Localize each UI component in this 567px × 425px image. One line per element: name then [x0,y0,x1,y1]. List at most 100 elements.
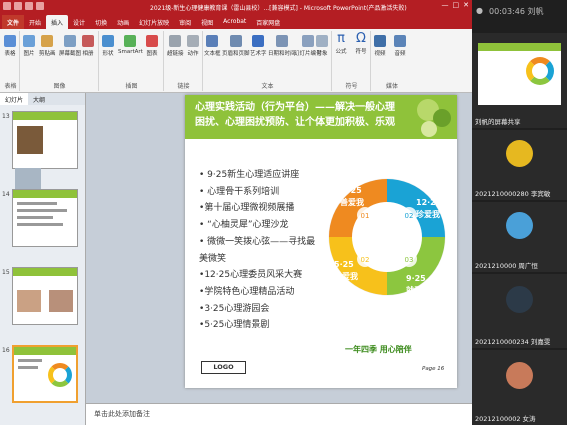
tab-slides[interactable]: 幻灯片 [0,93,29,105]
participant-tile[interactable]: 2021210000 周广恒 [472,202,567,272]
bullet-item: •5·25心理情景剧 [199,320,270,331]
slide-slogan: 一年四季 用心陪伴 [345,345,412,354]
cycle-date: 9·25 [406,274,426,283]
ribbon: 表格 表格 图片 剪贴画 屏幕截图 相册 图像 形状 SmartArt 图表 插… [0,29,472,93]
screen-share-preview [478,43,561,105]
screenshot-button[interactable]: 屏幕截图 [59,35,81,57]
video-button[interactable]: 视频 [374,35,386,57]
participant-tile[interactable]: 20212100002 女涛 [472,350,567,425]
redo-icon[interactable] [36,2,44,10]
pi-icon: π [337,31,345,46]
tab-review[interactable]: 审阅 [174,15,196,29]
cycle-number: 03 [405,256,414,264]
speaker-icon [394,35,406,47]
slide-thumbnail-14[interactable] [12,189,78,247]
cycle-date: 3·25 [342,186,362,195]
table-button[interactable]: 表格 [4,35,16,57]
participant-name: 2021210000 周广恒 [475,262,538,270]
tab-transitions[interactable]: 切换 [90,15,112,29]
bullet-list: • 9·25新生心理适应讲座 • 心理骨干系列培训 •第十届心理微视频展播 • … [199,167,317,334]
group-tables: 表格 表格 [2,31,20,91]
textbox-icon [206,35,219,47]
wordart-icon [252,35,265,47]
header-footer-button[interactable]: 页眉和页脚 [222,35,250,57]
undo-icon[interactable] [25,2,33,10]
group-text: 文本框 页眉和页脚 艺术字 日期和时间 幻灯片编号 对象 文本 [204,31,332,91]
participant-tile[interactable]: 2021210000280 李宾敏 [472,130,567,200]
logo-placeholder: LOGO [201,361,246,374]
minimize-button[interactable]: — [442,1,449,9]
save-icon[interactable] [14,2,22,10]
slide-panel: 幻灯片 大纲 13 14 15 16 [0,93,86,425]
slide-number: 16 [2,347,10,354]
group-links: 超链接 动作 链接 [165,31,203,91]
slide-number: 13 [2,113,10,120]
cycle-date: 5·25 [334,260,354,269]
wordart-button[interactable]: 艺术字 [250,35,267,57]
cycle-label: 我爱我 [334,271,358,281]
notes-pane[interactable]: 单击此处添加备注 [86,403,472,425]
cycle-date: 12·25 [416,198,442,207]
slide-number: 15 [2,269,10,276]
tab-view[interactable]: 视图 [196,15,218,29]
action-button[interactable]: 动作 [187,35,199,57]
clipart-button[interactable]: 剪贴画 [39,35,56,57]
tab-outline[interactable]: 大纲 [28,93,50,105]
cycle-diagram: 01 02 03 02 3·25 善爱我 12·25 珍爱我 9·25 就爱我 … [328,178,446,296]
bullet-item: •12·25心理委员风采大赛 [199,270,303,281]
current-slide[interactable]: 心理实践活动（行为平台）——解决一般心理困扰、心理困扰预防、让个体更加积极、乐观… [185,95,457,388]
tab-file[interactable]: 文件 [2,15,25,29]
audio-button[interactable]: 音频 [394,35,406,57]
smartart-button[interactable]: SmartArt [118,35,143,55]
group-media: 视频 音频 媒体 [372,31,412,91]
chart-button[interactable]: 图表 [146,35,158,57]
title-bar: 2021级-新生心理健康教育课（雷山县校）...[兼容模式] - Microso… [0,0,472,13]
powerpoint-icon[interactable] [3,2,11,10]
tab-acrobat[interactable]: Acrobat [218,15,251,29]
close-button[interactable]: ✕ [463,1,469,9]
album-icon [82,35,94,47]
chart-icon [146,35,158,47]
cycle-label: 就爱我 [406,285,430,295]
header-footer-icon [229,35,242,47]
hyperlink-button[interactable]: 超链接 [167,35,184,57]
avatar [506,140,533,167]
bullet-item: •第十届心理微视频展播 [199,203,295,214]
maximize-button[interactable]: □ [453,1,460,9]
tab-home[interactable]: 开始 [24,15,46,29]
tab-baidu-netdisk[interactable]: 百家网盘 [251,15,285,29]
smartart-icon [124,35,137,47]
video-icon [374,35,386,47]
group-symbols: π 公式 Ω 符号 符号 [333,31,371,91]
cycle-label: 珍爱我 [416,209,440,219]
powerpoint-window: 2021级-新生心理健康教育课（雷山县校）...[兼容模式] - Microso… [0,0,472,425]
bullet-item: •3·25心理游园会 [199,303,270,314]
album-button[interactable]: 相册 [82,35,94,57]
participant-tile-screen-share[interactable]: 刘帆的屏幕共享 [472,33,567,128]
shapes-button[interactable]: 形状 [102,35,114,57]
bullet-item: • “心柚灵犀”心理沙龙 [199,220,289,231]
slide-thumbnail-16[interactable] [12,345,78,403]
tab-insert[interactable]: 插入 [46,15,69,29]
picture-button[interactable]: 图片 [23,35,35,57]
tab-design[interactable]: 设计 [68,15,90,29]
date-time-button[interactable]: 日期和时间 [268,35,296,57]
bullet-item: • 9·25新生心理适应讲座 [199,170,300,180]
slide-thumbnail-13[interactable] [12,111,78,196]
participant-tile[interactable]: 2021210000234 刘嘉雯 [472,274,567,348]
textbox-button[interactable]: 文本框 [204,35,221,57]
equation-button[interactable]: π 公式 [335,31,347,55]
meeting-header-text: 00:03:46 刘帆 [488,7,544,16]
slide-number-icon [301,35,314,47]
clipart-icon [41,35,54,47]
picture-icon [23,35,35,47]
tab-animations[interactable]: 动画 [112,15,134,29]
meeting-header: ● 00:03:46 刘帆 [472,0,567,29]
symbol-button[interactable]: Ω 符号 [355,32,367,55]
avatar [506,212,533,239]
tab-slideshow[interactable]: 幻灯片放映 [134,15,174,29]
slide-thumbnail-15[interactable] [12,267,78,325]
object-button[interactable]: 对象 [316,35,328,57]
quick-access-toolbar [3,2,44,10]
window-title: 2021级-新生心理健康教育课（雷山县校）...[兼容模式] - Microso… [150,5,407,12]
